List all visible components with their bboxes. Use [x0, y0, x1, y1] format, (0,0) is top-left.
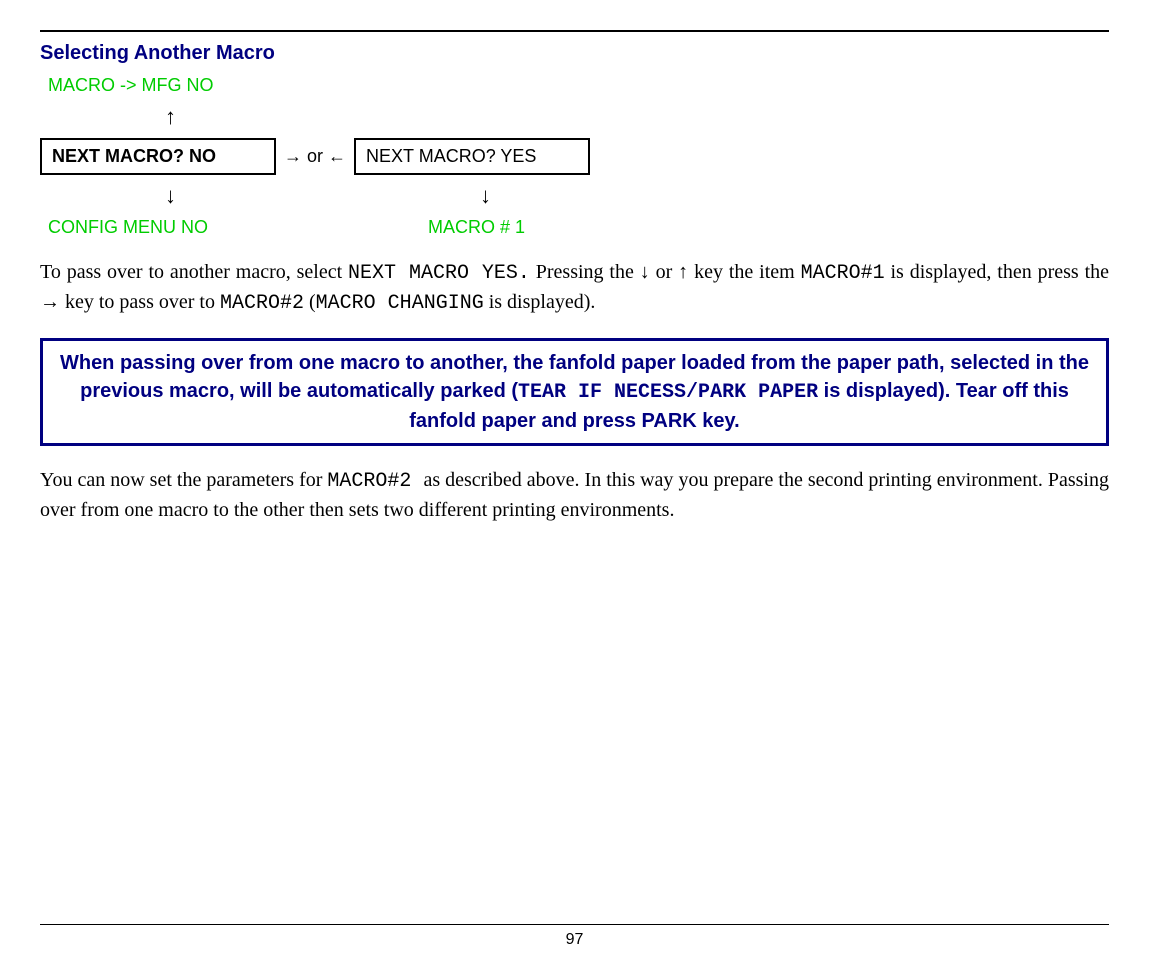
flow-diagram: MACRO -> MFG NO ↑ NEXT MACRO? NO → or ← …	[40, 75, 1109, 238]
next-macro-yes-box: NEXT MACRO? YES	[354, 138, 590, 175]
code-tear-park: TEAR IF NECESS/PARK PAPER	[518, 381, 818, 404]
arrow-down-left-icon: ↓	[165, 183, 480, 209]
arrow-up-icon: ↑	[165, 104, 176, 130]
bottom-divider	[40, 924, 1109, 925]
section-title: Selecting Another Macro	[40, 42, 1109, 65]
warning-note: When passing over from one macro to anot…	[40, 338, 1109, 446]
next-macro-no-box: NEXT MACRO? NO	[40, 138, 276, 175]
config-menu-label: CONFIG MENU NO	[48, 217, 428, 238]
paragraph-2: You can now set the parameters for MACRO…	[40, 466, 1109, 524]
diagram-top-label: MACRO -> MFG NO	[48, 75, 214, 96]
macro-number-label: MACRO # 1	[428, 217, 525, 238]
code-macro2-b: MACRO#2	[327, 470, 423, 493]
code-next-macro-yes: NEXT MACRO YES.	[348, 262, 530, 285]
code-macro2: MACRO#2	[220, 292, 304, 315]
code-macro1: MACRO#1	[801, 262, 885, 285]
or-arrows-label: → or ←	[284, 146, 346, 167]
arrow-down-right-icon: ↓	[480, 183, 491, 209]
code-macro-changing: MACRO CHANGING	[316, 292, 484, 315]
paragraph-1: To pass over to another macro, select NE…	[40, 258, 1109, 318]
page-number: 97	[40, 931, 1109, 949]
top-divider	[40, 30, 1109, 32]
